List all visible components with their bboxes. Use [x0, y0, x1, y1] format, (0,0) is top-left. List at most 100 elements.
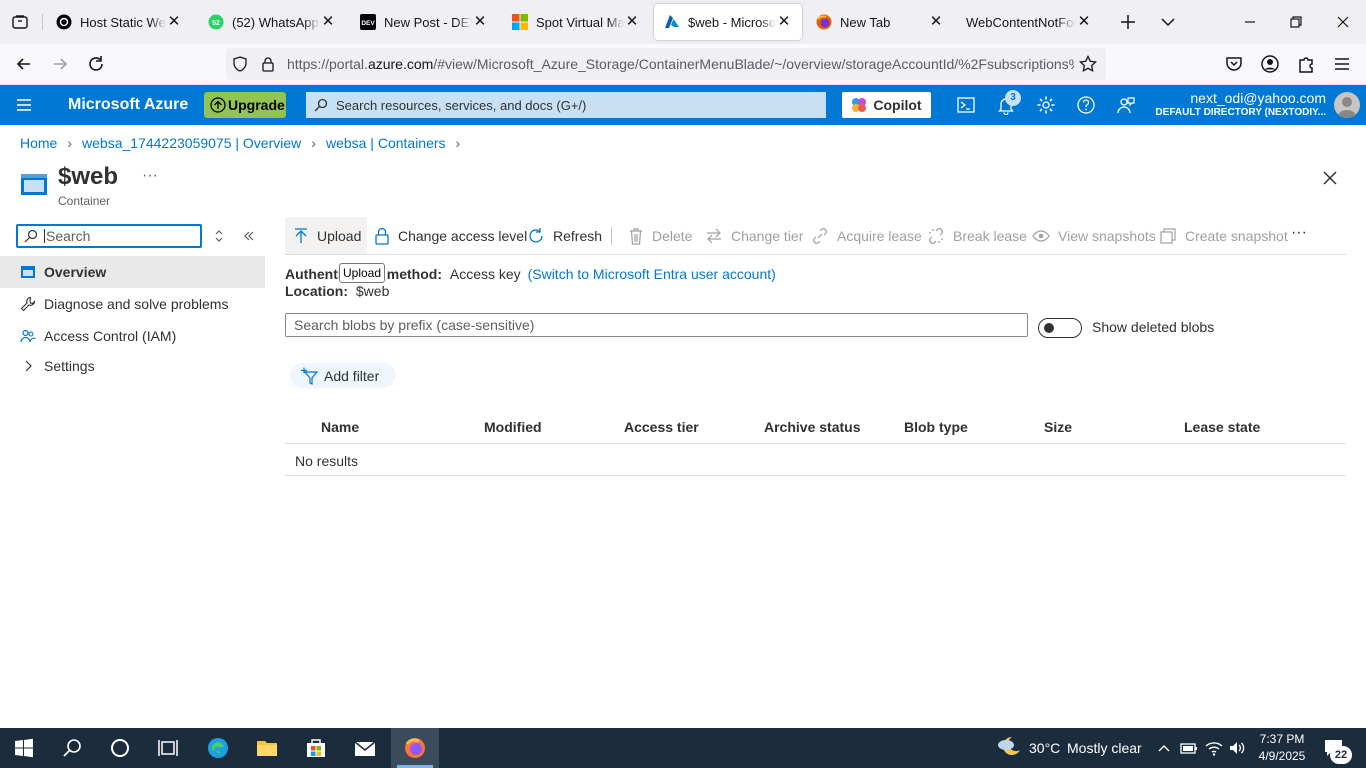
breadcrumb-storage-account[interactable]: websa_1744223059075 | Overview [82, 135, 301, 151]
mail-icon[interactable] [353, 736, 377, 760]
blob-prefix-search-input[interactable]: Search blobs by prefix (case-sensitive) [285, 313, 1028, 337]
break-lease-label: Break lease [953, 228, 1027, 244]
search-icon[interactable] [60, 736, 84, 760]
task-view-icon[interactable] [156, 736, 180, 760]
column-header-name[interactable]: Name [321, 419, 359, 435]
windows-start-icon[interactable] [12, 736, 36, 760]
close-tab-icon[interactable]: ✕ [776, 14, 792, 30]
upgrade-button[interactable]: Upgrade [204, 92, 286, 118]
browser-tab[interactable]: New Tab ✕ [806, 4, 954, 40]
change-access-level-button[interactable]: Change access level [374, 225, 527, 247]
close-tab-icon[interactable]: ✕ [166, 14, 182, 30]
account-info[interactable]: next_odi@yahoo.com DEFAULT DIRECTORY (NE… [1140, 90, 1326, 120]
wifi-icon[interactable] [1205, 740, 1223, 756]
account-icon[interactable] [1260, 54, 1280, 74]
weather-temperature[interactable]: 30°C [1029, 740, 1060, 756]
cloud-shell-icon[interactable] [956, 95, 976, 115]
new-tab-icon[interactable] [1118, 12, 1138, 32]
more-options-icon[interactable]: ··· [142, 167, 158, 185]
edge-icon[interactable] [206, 736, 230, 760]
close-blade-icon[interactable] [1321, 169, 1339, 187]
browser-tab-active[interactable]: $web - Microsoft ✕ [654, 4, 802, 40]
sidebar-search-input[interactable]: Search [16, 224, 202, 248]
url-bar[interactable]: https://portal.azure.com/#view/Microsoft… [226, 48, 1106, 80]
weather-condition[interactable]: Mostly clear [1067, 740, 1142, 756]
break-lease-button[interactable]: Break lease [927, 225, 1027, 247]
refresh-button[interactable]: Refresh [527, 225, 602, 247]
clock[interactable]: 7:37 PM 4/9/2025 [1252, 731, 1312, 765]
switch-auth-link[interactable]: (Switch to Microsoft Entra user account) [528, 266, 776, 282]
volume-icon[interactable] [1228, 740, 1246, 756]
sidebar-item-iam[interactable]: Access Control (IAM) [0, 320, 265, 352]
breadcrumb-home[interactable]: Home [20, 135, 57, 151]
column-header-access-tier[interactable]: Access tier [624, 419, 699, 435]
column-header-blob-type[interactable]: Blob type [904, 419, 968, 435]
close-tab-icon[interactable]: ✕ [472, 14, 488, 30]
file-explorer-icon[interactable] [255, 736, 279, 760]
url-text[interactable]: https://portal.azure.com/#view/Microsoft… [287, 56, 1074, 72]
lock-icon[interactable] [260, 56, 276, 72]
chevron-up-icon[interactable] [1156, 740, 1172, 756]
browser-tab[interactable]: Spot Virtual Mach ✕ [502, 4, 650, 40]
view-snapshots-button[interactable]: View snapshots [1032, 225, 1156, 247]
column-header-modified[interactable]: Modified [484, 419, 542, 435]
shield-icon[interactable] [232, 56, 248, 72]
firefox-icon[interactable] [403, 736, 427, 760]
delete-button[interactable]: Delete [628, 225, 692, 247]
clock-date: 4/9/2025 [1258, 749, 1306, 763]
sidebar-item-overview[interactable]: Overview [0, 256, 265, 288]
pocket-icon[interactable] [1224, 54, 1244, 74]
close-tab-icon[interactable]: ✕ [928, 14, 944, 30]
close-tab-icon[interactable]: ✕ [1076, 14, 1092, 30]
acquire-lease-button[interactable]: Acquire lease [811, 225, 922, 247]
avatar[interactable] [1334, 92, 1360, 118]
add-filter-button[interactable]: Add filter [290, 363, 396, 388]
restore-icon[interactable] [1286, 12, 1306, 32]
toolbar-more-icon[interactable]: ··· [1291, 224, 1307, 242]
battery-icon[interactable] [1180, 740, 1198, 756]
extensions-puzzle-icon[interactable] [1296, 54, 1316, 74]
collapse-double-chevron-icon[interactable] [241, 228, 257, 244]
column-header-size[interactable]: Size [1044, 419, 1072, 435]
hamburger-menu-icon[interactable] [15, 96, 33, 114]
help-question-icon[interactable] [1076, 95, 1096, 115]
column-header-lease-state[interactable]: Lease state [1184, 419, 1260, 435]
tab-overview-icon[interactable] [10, 12, 30, 32]
azure-brand[interactable]: Microsoft Azure [68, 96, 188, 114]
sidebar-item-settings[interactable]: Settings [0, 350, 265, 382]
browser-tab[interactable]: DEV New Post - DEV C ✕ [350, 4, 498, 40]
bookmark-star-icon[interactable] [1079, 55, 1097, 73]
browser-tab[interactable]: WebContentNotFoun ✕ [958, 4, 1102, 40]
forward-arrow-icon[interactable] [50, 54, 70, 74]
refresh-label: Refresh [553, 228, 603, 244]
minimize-icon[interactable] [1240, 12, 1260, 32]
browser-tab[interactable]: 52 (52) WhatsApp ✕ [198, 4, 346, 40]
feedback-icon[interactable] [1116, 95, 1136, 115]
back-arrow-icon[interactable] [14, 54, 34, 74]
sort-updown-icon[interactable] [212, 228, 226, 244]
close-tab-icon[interactable]: ✕ [624, 14, 640, 30]
close-window-icon[interactable] [1333, 12, 1353, 32]
upload-tooltip: Upload [339, 263, 386, 283]
show-deleted-toggle[interactable] [1038, 318, 1082, 338]
close-tab-icon[interactable]: ✕ [320, 14, 336, 30]
app-menu-icon[interactable] [1332, 54, 1352, 74]
column-header-archive-status[interactable]: Archive status [764, 419, 860, 435]
page-title: $web [58, 163, 119, 190]
settings-gear-icon[interactable] [1036, 95, 1056, 115]
upload-button[interactable]: Upload [293, 225, 361, 247]
container-icon [20, 172, 48, 196]
link-icon [811, 227, 829, 245]
change-tier-button[interactable]: Change tier [705, 225, 803, 247]
moon-cloud-weather-icon[interactable] [996, 735, 1022, 759]
browser-tab[interactable]: Host Static Websit ✕ [46, 4, 192, 40]
list-tabs-chevron-icon[interactable] [1158, 12, 1178, 32]
create-snapshot-button[interactable]: Create snapshot [1159, 225, 1288, 247]
sidebar-item-diagnose[interactable]: Diagnose and solve problems [0, 288, 265, 320]
global-search-input[interactable]: Search resources, services, and docs (G+… [306, 92, 826, 118]
reload-icon[interactable] [86, 54, 106, 74]
copilot-button[interactable]: Copilot [842, 92, 931, 118]
cortana-circle-icon[interactable] [108, 736, 132, 760]
microsoft-store-icon[interactable] [304, 736, 328, 760]
breadcrumb-containers[interactable]: websa | Containers [326, 135, 446, 151]
